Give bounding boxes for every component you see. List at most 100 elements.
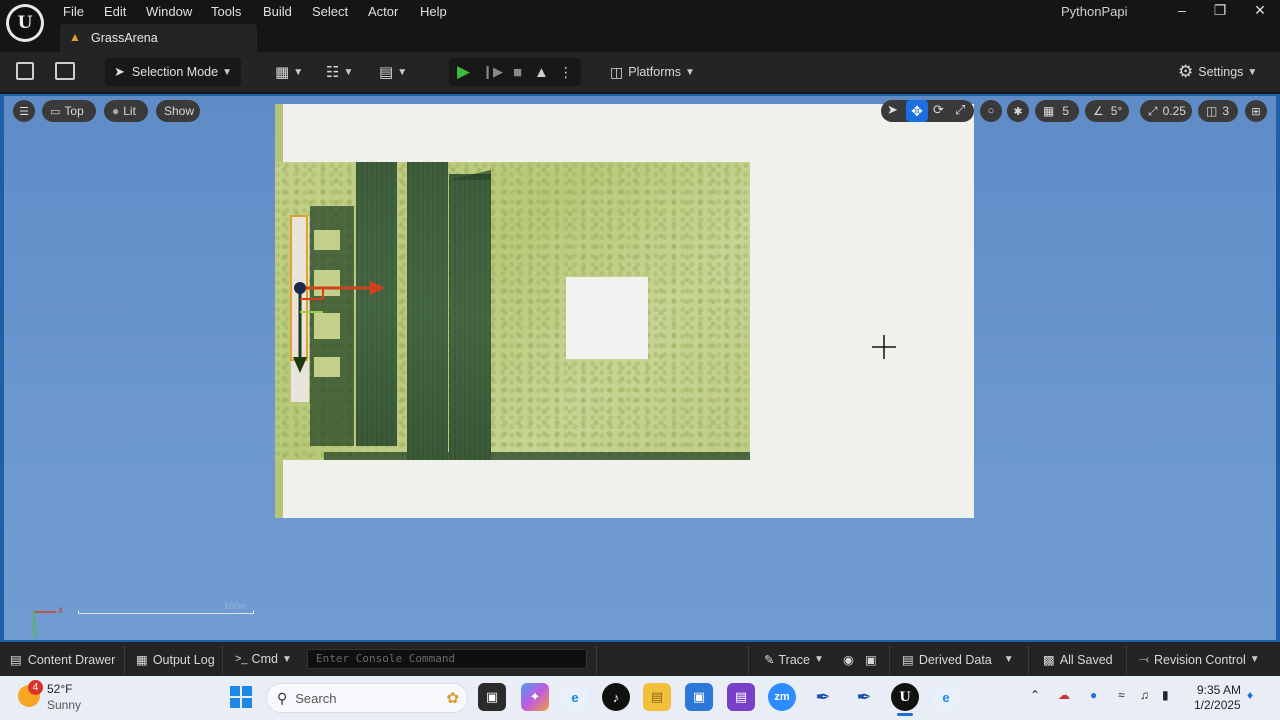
volume-icon[interactable]: ♫ xyxy=(1140,688,1149,702)
gizmo-x-arrow xyxy=(370,281,385,295)
scale-tool-icon[interactable]: ⤢ xyxy=(955,102,965,118)
scale-snap-button[interactable]: ⤢ 0.25 xyxy=(1140,100,1192,122)
divider xyxy=(1126,646,1127,674)
tiktok-icon[interactable]: ♪ xyxy=(602,683,630,711)
cmd-dropdown[interactable]: >_ Cmd ▼ xyxy=(235,652,292,666)
content-drawer-button[interactable]: ▤ Content Drawer xyxy=(10,652,115,668)
crosshair-cursor-icon xyxy=(872,335,896,359)
select-tool-icon[interactable]: ➤ xyxy=(887,102,898,118)
rotation-snap-button[interactable]: ∠ 5° xyxy=(1085,100,1129,122)
feather-app-icon[interactable]: ✒ xyxy=(809,683,837,711)
restore-icon[interactable]: ❐ xyxy=(1210,2,1230,19)
step-icon[interactable]: ❙▶ xyxy=(482,64,503,80)
store-icon[interactable]: ▣ xyxy=(685,683,713,711)
minimize-icon[interactable]: – xyxy=(1172,2,1192,18)
rotate-tool-icon[interactable]: ⟳ xyxy=(933,102,944,118)
browse-icon[interactable] xyxy=(55,62,75,80)
move-tool-icon[interactable]: ✥ xyxy=(906,100,928,122)
white-cube[interactable] xyxy=(566,277,648,359)
menu-edit[interactable]: Edit xyxy=(104,4,126,19)
viewport-menu-icon[interactable]: ☰ xyxy=(13,100,35,122)
unreal-logo-icon[interactable]: U xyxy=(6,4,44,42)
top-view-icon: ▭ xyxy=(50,105,61,118)
settings-label: Settings xyxy=(1198,65,1244,79)
blueprints-button[interactable]: ☷ ▼ xyxy=(326,58,353,86)
grid-snap-button[interactable]: ▦ 5 xyxy=(1035,100,1079,122)
selection-mode-dropdown[interactable]: ➤ Selection Mode ▼ xyxy=(105,58,241,86)
view-mode-button[interactable]: ▭ Top xyxy=(42,100,96,122)
output-log-icon: ▦ xyxy=(136,653,148,667)
clock-date[interactable]: 1/2/2025 xyxy=(1194,698,1241,712)
windows-start-icon[interactable] xyxy=(230,686,252,708)
edge-icon[interactable]: e xyxy=(561,683,589,711)
lit-label: Lit xyxy=(123,104,136,118)
windows-taskbar xyxy=(0,676,1280,720)
save-icon[interactable] xyxy=(16,62,34,80)
microphone-icon[interactable]: ● xyxy=(1090,688,1097,702)
close-icon[interactable]: ✕ xyxy=(1250,2,1270,19)
menu-help[interactable]: Help xyxy=(420,4,447,19)
clock-time[interactable]: 9:35 AM xyxy=(1197,683,1241,697)
stop-icon[interactable]: ■ xyxy=(513,64,522,81)
menu-actor[interactable]: Actor xyxy=(368,4,398,19)
console-input[interactable]: Enter Console Command xyxy=(307,649,587,669)
file-explorer-icon[interactable]: ▤ xyxy=(643,683,671,711)
feather-app-icon-2[interactable]: ✒ xyxy=(850,683,878,711)
menu-window[interactable]: Window xyxy=(146,4,192,19)
record-icon[interactable]: ◉ xyxy=(843,652,854,667)
settings-dropdown[interactable]: ⚙ Settings ▼ xyxy=(1178,58,1257,86)
copilot-icon[interactable]: ✦ xyxy=(521,683,549,711)
level-tab[interactable]: ▲ GrassArena xyxy=(60,24,257,52)
play-icon[interactable]: ▶ xyxy=(457,62,470,82)
battery-icon[interactable]: ▮ xyxy=(1162,688,1169,702)
clipchamp-icon[interactable]: ▤ xyxy=(727,683,755,711)
all-saved-button[interactable]: ▩ All Saved xyxy=(1043,652,1113,668)
wall-3[interactable] xyxy=(449,174,491,460)
content-drawer-icon: ▤ xyxy=(10,653,22,667)
cmd-label: Cmd xyxy=(251,652,278,666)
revision-control-dropdown[interactable]: ⤙ Revision Control ▼ xyxy=(1139,652,1260,667)
chevron-up-icon[interactable]: ⌃ xyxy=(1030,688,1040,702)
menu-tools[interactable]: Tools xyxy=(211,4,241,19)
add-actor-icon: ▦ xyxy=(275,64,290,81)
menu-build[interactable]: Build xyxy=(263,4,292,19)
trace-dropdown[interactable]: ✎ Trace ▼ xyxy=(764,652,824,668)
edge-icon-2[interactable]: e xyxy=(932,683,960,711)
chevron-down-icon: ▼ xyxy=(1247,66,1258,78)
notification-bell-icon[interactable]: ♦ xyxy=(1247,688,1253,702)
derived-data-dropdown[interactable]: ▤ Derived Data ▼ xyxy=(902,652,1014,668)
platforms-dropdown[interactable]: ◫ Platforms ▼ xyxy=(610,58,695,86)
cinematics-button[interactable]: ▤ ▼ xyxy=(379,58,407,86)
project-name: PythonPapi xyxy=(1061,4,1128,19)
world-local-icon[interactable]: ○ xyxy=(980,100,1002,122)
network-alert-icon[interactable]: ☁ xyxy=(1058,688,1070,702)
weather-desc: Sunny xyxy=(47,698,82,712)
chevron-down-icon: ▼ xyxy=(813,654,824,665)
wall-2[interactable] xyxy=(407,162,448,460)
screenshot-icon[interactable]: ▣ xyxy=(865,652,877,667)
camera-speed-button[interactable]: ◫ 3 xyxy=(1198,100,1238,122)
lit-button[interactable]: ● Lit xyxy=(104,100,148,122)
angle-icon: ∠ xyxy=(1093,104,1104,118)
show-label: Show xyxy=(164,104,195,118)
zoom-icon[interactable]: zm xyxy=(768,683,796,711)
output-log-button[interactable]: ▦ Output Log xyxy=(136,652,215,668)
scale-snap-value: 0.25 xyxy=(1162,104,1186,118)
lit-sphere-icon: ● xyxy=(112,104,120,118)
menu-file[interactable]: File xyxy=(63,4,84,19)
eject-icon[interactable]: ▲ xyxy=(534,64,549,81)
play-controls: ▶ ❙▶ ■ ▲ ⋮ xyxy=(449,58,581,86)
gizmo-y-arrow xyxy=(293,357,307,373)
wifi-icon[interactable]: ≈ xyxy=(1118,688,1125,702)
maximize-viewport-icon[interactable]: ⊞ xyxy=(1245,100,1267,122)
add-actor-button[interactable]: ▦ ▼ xyxy=(275,58,303,86)
more-options-icon[interactable]: ⋮ xyxy=(559,64,573,81)
weather-temp[interactable]: 52°F xyxy=(47,682,72,696)
show-button[interactable]: Show xyxy=(156,100,200,122)
menu-select[interactable]: Select xyxy=(312,4,348,19)
transform-gizmo[interactable] xyxy=(285,275,390,380)
task-view-icon[interactable]: ▣ xyxy=(478,683,506,711)
surface-snap-icon[interactable]: ✱ xyxy=(1007,100,1029,122)
unreal-engine-taskbar-icon[interactable]: U xyxy=(891,683,919,711)
taskbar-search[interactable]: ⚲ Search ✿ xyxy=(266,683,468,713)
